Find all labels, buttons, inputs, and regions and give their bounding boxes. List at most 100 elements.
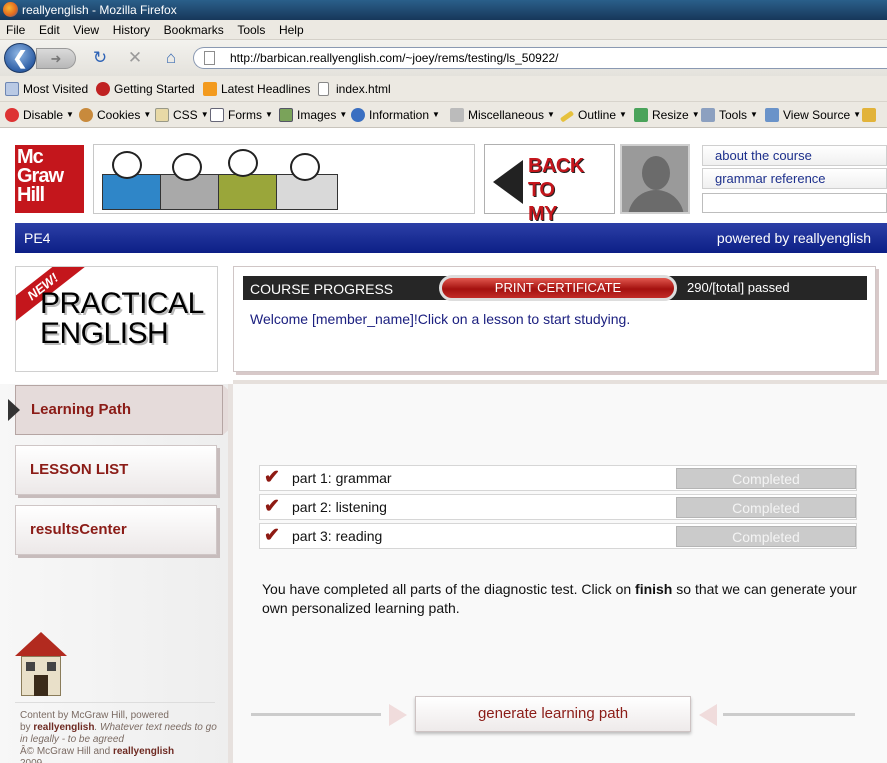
- message-emphasis: finish: [635, 581, 673, 597]
- footer-divider: [15, 702, 215, 703]
- bookmark-latest-headlines[interactable]: Latest Headlines: [203, 80, 310, 98]
- cookies-icon: [79, 108, 93, 122]
- dev-tools[interactable]: Tools ▼: [701, 106, 758, 124]
- reload-button[interactable]: ↻: [88, 46, 112, 70]
- footer-year: 2009: [20, 758, 42, 763]
- back-button-line: BACK TO: [528, 155, 584, 201]
- course-logo: NEW! PRACTICAL ENGLISH: [15, 266, 218, 372]
- status-badge: Completed: [676, 497, 856, 518]
- firefox-icon: [3, 2, 18, 17]
- grammar-reference-link[interactable]: grammar reference: [702, 168, 887, 189]
- dev-cookies[interactable]: Cookies ▼: [79, 106, 151, 124]
- menu-tools[interactable]: Tools: [237, 20, 265, 40]
- dev-images[interactable]: Images ▼: [279, 106, 347, 124]
- window-titlebar: reallyenglish - Mozilla Firefox: [0, 0, 887, 20]
- part-label: part 1: grammar: [292, 470, 392, 486]
- back-arrow-icon: [493, 160, 523, 204]
- nav-learning-path[interactable]: Learning Path: [8, 385, 250, 435]
- disable-icon: [5, 108, 19, 122]
- menu-help[interactable]: Help: [279, 20, 304, 40]
- print-certificate-button[interactable]: PRINT CERTIFICATE: [439, 275, 677, 301]
- dev-resize[interactable]: Resize ▼: [634, 106, 700, 124]
- laptop-olive: [218, 174, 280, 210]
- home-icon[interactable]: [15, 632, 67, 696]
- footer-text: Content by McGraw Hill, powered by reall…: [20, 710, 220, 763]
- images-icon: [279, 108, 293, 122]
- bookmark-most-visited[interactable]: Most Visited: [5, 80, 88, 98]
- reload-icon: ↻: [92, 48, 108, 67]
- forward-button[interactable]: ➜: [36, 48, 76, 69]
- back-to-my-page-button[interactable]: BACK TO MY PAGE: [484, 144, 615, 249]
- rss-icon: [203, 82, 217, 96]
- avatar-body: [628, 190, 684, 212]
- css-icon: [155, 108, 169, 122]
- nav-label: Learning Path: [31, 401, 132, 418]
- footer-line: Content by McGraw Hill, powered: [20, 710, 169, 721]
- nav-lesson-list[interactable]: LESSON LIST: [15, 445, 217, 495]
- dev-outline[interactable]: Outline ▼: [559, 106, 627, 124]
- header-links: about the course grammar reference: [700, 144, 887, 214]
- dev-forms[interactable]: Forms ▼: [210, 106, 273, 124]
- left-navigation: Learning Path LESSON LIST resultsCenter …: [0, 384, 250, 763]
- part-label: part 3: reading: [292, 528, 383, 544]
- part-row[interactable]: ✔ part 1: grammar Completed: [259, 465, 857, 491]
- check-icon: ✔: [264, 496, 280, 517]
- menu-bookmarks[interactable]: Bookmarks: [164, 20, 224, 40]
- course-progress-panel: COURSE PROGRESS PRINT CERTIFICATE 290/[t…: [233, 266, 876, 372]
- dev-label: View Source: [783, 108, 851, 122]
- menu-edit[interactable]: Edit: [39, 20, 60, 40]
- back-arrow-icon: ❮: [12, 48, 28, 68]
- dev-view-source[interactable]: View Source ▼: [765, 106, 861, 124]
- menu-file[interactable]: File: [6, 20, 25, 40]
- mcgraw-hill-logo: Mc Graw Hill: [15, 145, 84, 213]
- page-content: Mc Graw Hill BACK TO MY PAGE about the c…: [0, 128, 887, 763]
- dev-disable[interactable]: Disable ▼: [5, 106, 74, 124]
- dev-label: Images: [297, 108, 337, 122]
- course-bar: PE4 powered by reallyenglish: [15, 223, 887, 253]
- address-bar[interactable]: http://barbican.reallyenglish.com/~joey/…: [193, 47, 887, 69]
- course-name-line: PRACTICAL: [40, 287, 204, 320]
- main-content: ✔ part 1: grammar Completed ✔ part 2: li…: [233, 384, 887, 763]
- dev-miscellaneous[interactable]: Miscellaneous ▼: [450, 106, 555, 124]
- decorative-line: [723, 713, 855, 716]
- bookmark-index[interactable]: index.html: [318, 80, 391, 98]
- back-button[interactable]: ❮: [4, 43, 36, 73]
- information-icon: [351, 108, 365, 122]
- menu-history[interactable]: History: [113, 20, 150, 40]
- home-door: [34, 675, 48, 696]
- kid-head: [290, 153, 320, 181]
- footer-brand: reallyenglish: [112, 746, 175, 757]
- active-marker-icon: [8, 399, 20, 421]
- nav-results-center[interactable]: resultsCenter: [15, 505, 217, 555]
- tools-icon: [701, 108, 715, 122]
- arrow-left-icon: [699, 704, 717, 726]
- bookmark-getting-started[interactable]: Getting Started: [96, 80, 195, 98]
- about-the-course-link[interactable]: about the course: [702, 145, 887, 166]
- home-window: [47, 662, 56, 671]
- status-badge: Completed: [676, 526, 856, 547]
- part-row[interactable]: ✔ part 2: listening Completed: [259, 494, 857, 520]
- menu-bar: File Edit View History Bookmarks Tools H…: [0, 20, 887, 40]
- header-search-input[interactable]: [702, 193, 887, 213]
- passed-count: 290/[total] passed: [687, 280, 790, 295]
- stop-button[interactable]: ✕: [123, 46, 147, 70]
- generate-learning-path-button[interactable]: generate learning path: [415, 696, 691, 732]
- completion-message: You have completed all parts of the diag…: [262, 580, 862, 618]
- dev-label: Cookies: [97, 108, 141, 122]
- part-row[interactable]: ✔ part 3: reading Completed: [259, 523, 857, 549]
- powered-by: powered by reallyenglish: [716, 230, 871, 246]
- bookmarks-toolbar: Most Visited Getting Started Latest Head…: [0, 76, 887, 102]
- dev-label: Information: [369, 108, 430, 122]
- menu-view[interactable]: View: [73, 20, 99, 40]
- home-icon: ⌂: [165, 48, 177, 67]
- dev-information[interactable]: Information ▼: [351, 106, 440, 124]
- view-source-icon: [765, 108, 779, 122]
- forward-arrow-icon: ➜: [50, 51, 62, 66]
- dev-css[interactable]: CSS ▼: [155, 106, 209, 124]
- home-button[interactable]: ⌂: [159, 46, 183, 70]
- arrow-right-icon: [389, 704, 407, 726]
- bookmark-label: index.html: [336, 82, 391, 96]
- check-icon: ✔: [264, 467, 280, 488]
- window-title: reallyenglish - Mozilla Firefox: [22, 3, 177, 17]
- dev-label: Disable: [23, 108, 64, 122]
